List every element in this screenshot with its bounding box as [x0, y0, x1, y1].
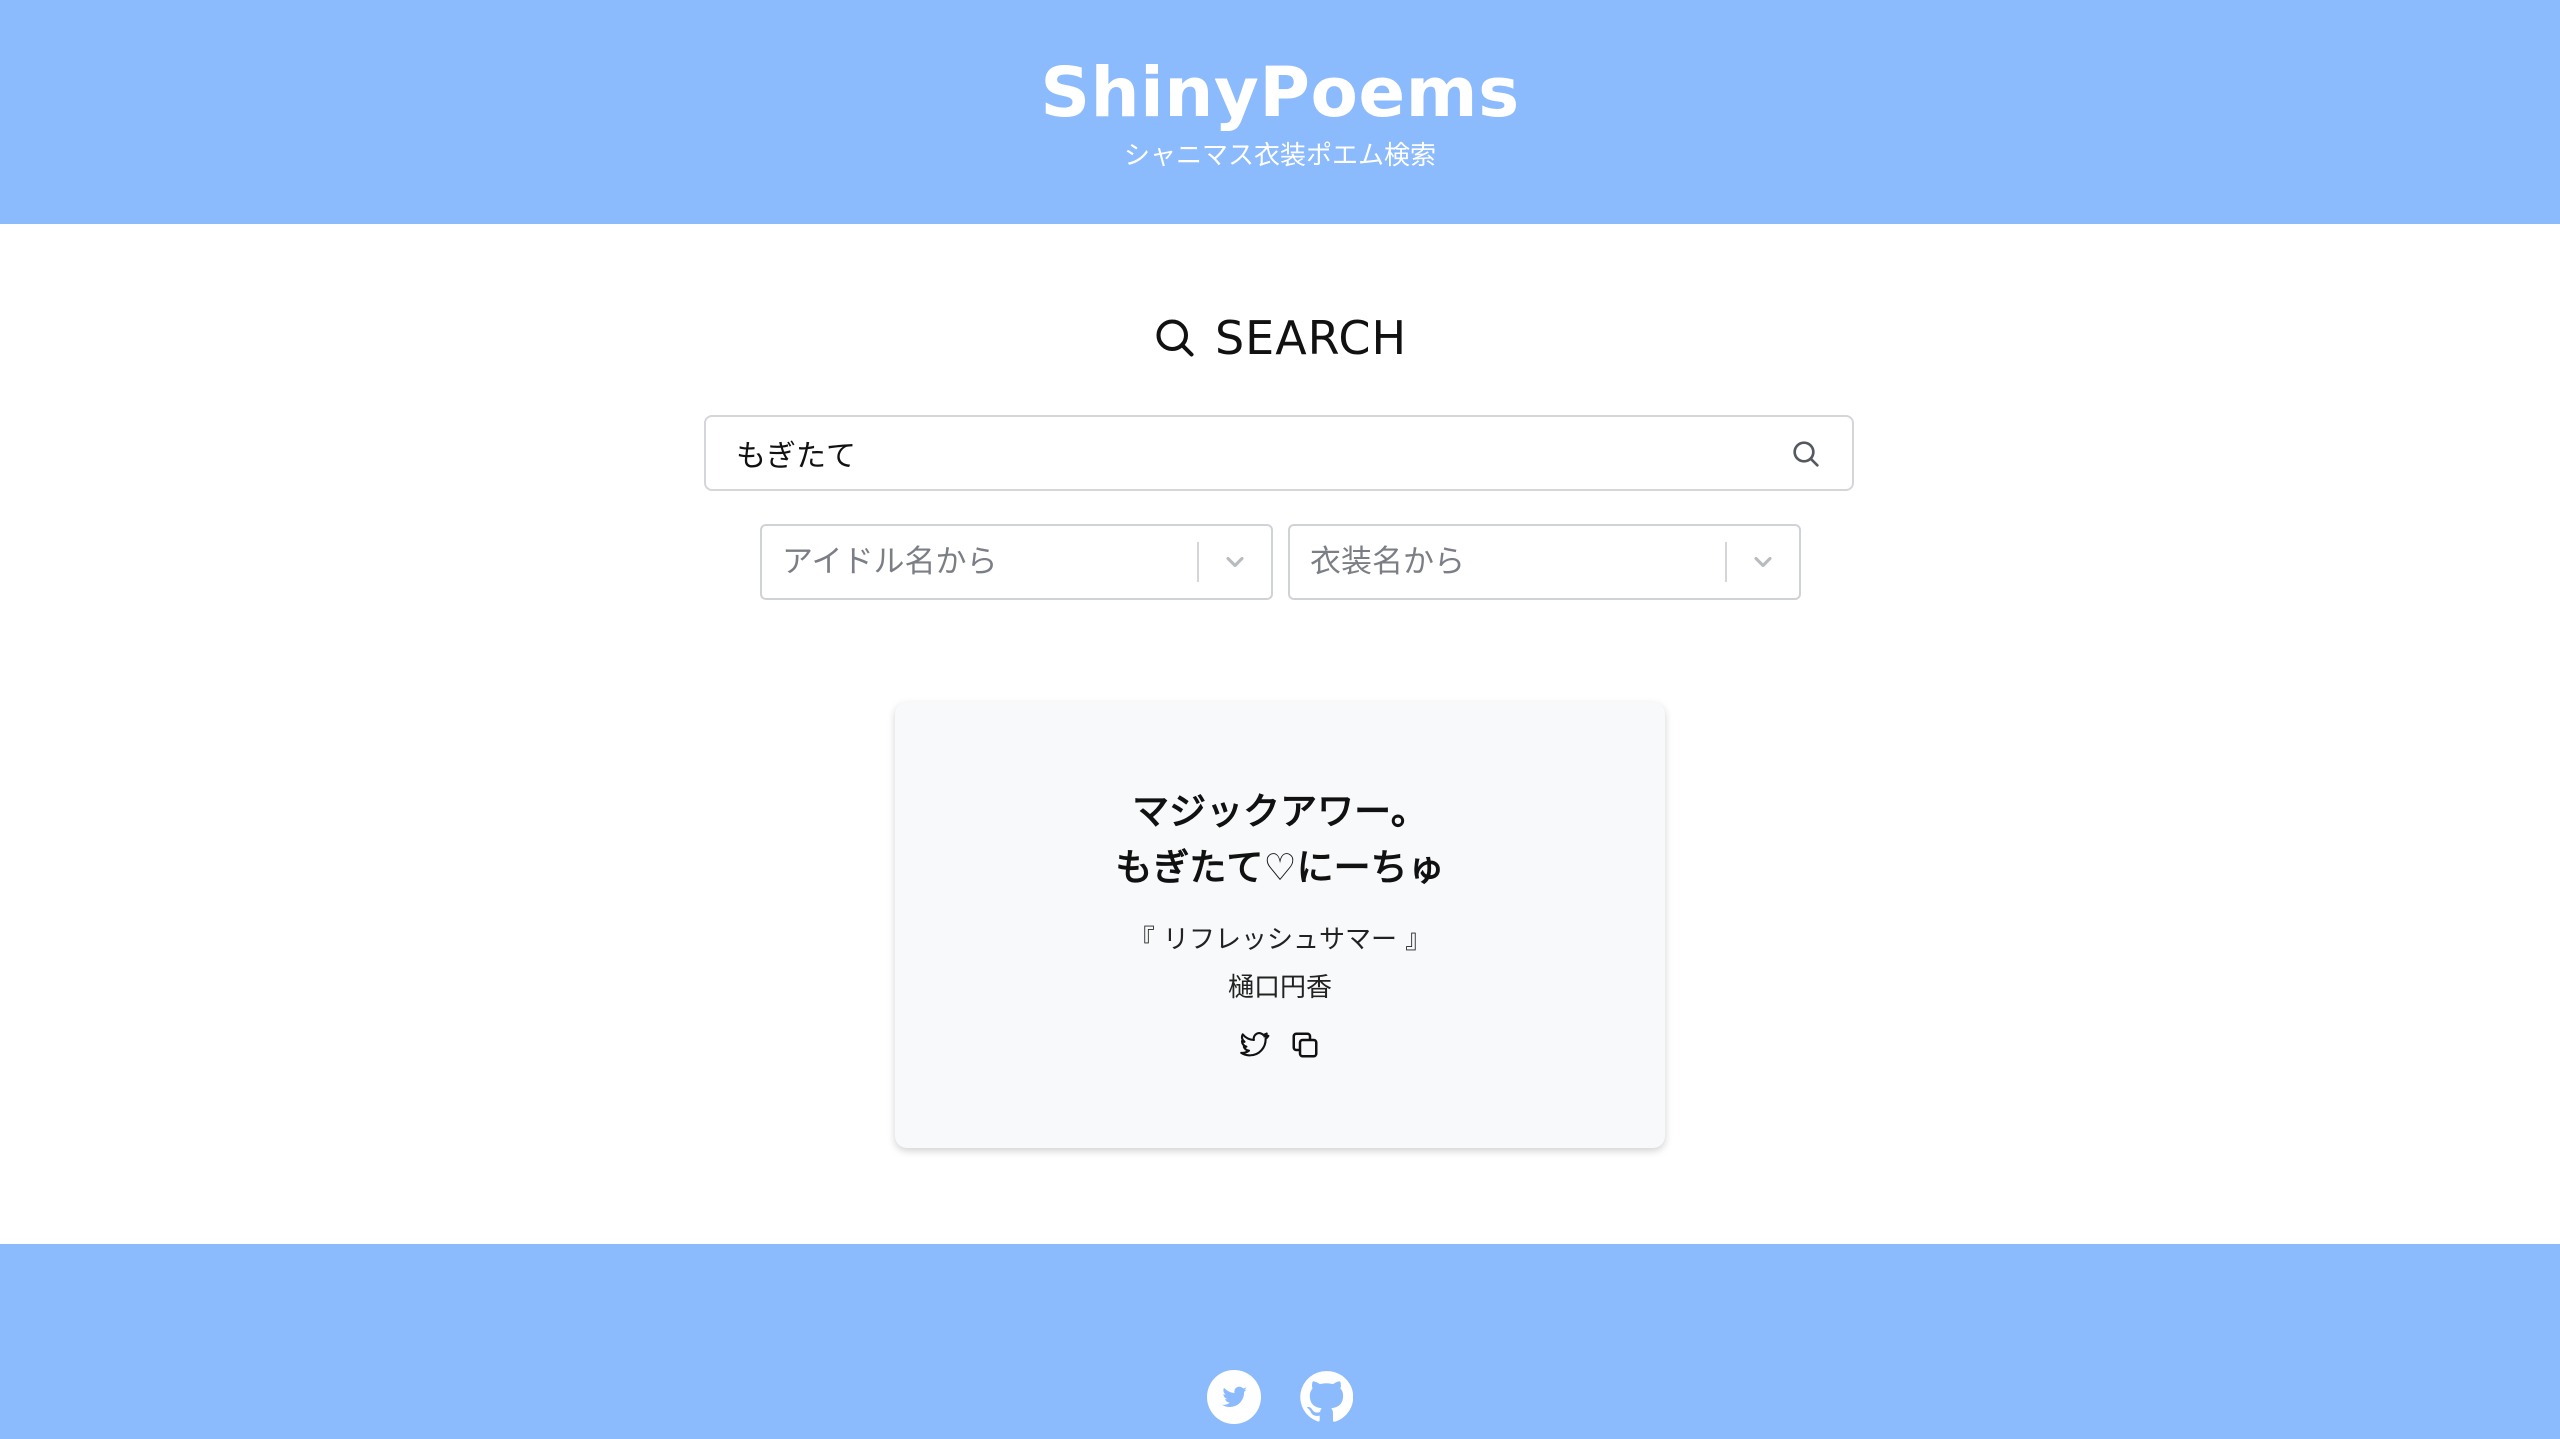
twitter-icon[interactable] [1207, 1370, 1261, 1424]
site-subtitle: シャニマス衣装ポエム検索 [1123, 141, 1436, 171]
chevron-down-icon[interactable] [1749, 548, 1777, 576]
twitter-share-icon [1240, 1032, 1270, 1057]
github-icon[interactable] [1299, 1370, 1354, 1424]
site-header: ShinyPoems シャニマス衣装ポエム検索 [0, 0, 2560, 224]
idol-select-divider [1197, 542, 1199, 582]
costume-select[interactable]: 衣装名から [1288, 524, 1801, 600]
poem-text: マジックアワー。 もぎたて♡にーちゅ [895, 784, 1665, 896]
site-title[interactable]: ShinyPoems [0, 50, 2560, 136]
copy-icon [1292, 1032, 1318, 1058]
chevron-down-icon[interactable] [1221, 548, 1249, 576]
footer-links [0, 1370, 2560, 1426]
costume-select-placeholder: 衣装名から [1310, 544, 1465, 580]
poem-line-1: マジックアワー。 [1132, 790, 1428, 833]
twitter-share-button[interactable] [1238, 1028, 1272, 1062]
search-heading-icon [1156, 319, 1194, 357]
site-footer [0, 1244, 2560, 1439]
idol-select-placeholder: アイドル名から [782, 544, 998, 580]
search-heading: SEARCH [0, 305, 2560, 371]
poem-card: マジックアワー。 もぎたて♡にーちゅ 『 リフレッシュサマー 』 樋口円香 [895, 702, 1665, 1148]
idol-select[interactable]: アイドル名から [760, 524, 1273, 600]
search-input[interactable] [736, 417, 1736, 489]
card-actions [895, 1028, 1665, 1064]
copy-button[interactable] [1288, 1028, 1322, 1062]
idol-name: 樋口円香 [1227, 973, 1332, 1003]
costume-select-divider [1725, 542, 1727, 582]
search-icon[interactable] [1790, 438, 1822, 470]
poem-line-2: もぎたて♡にーちゅ [1115, 846, 1445, 889]
costume-name: 『 リフレッシュサマー 』 [1128, 925, 1432, 955]
search-heading-label: SEARCH [1214, 311, 1408, 365]
search-box [704, 415, 1854, 491]
